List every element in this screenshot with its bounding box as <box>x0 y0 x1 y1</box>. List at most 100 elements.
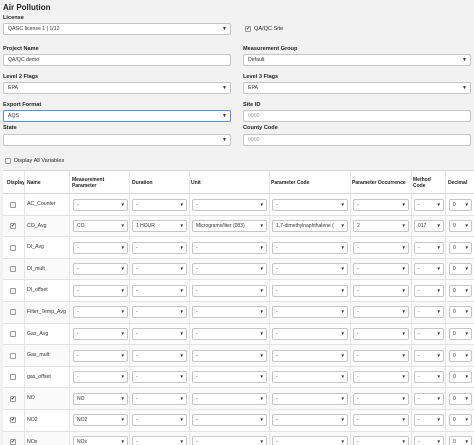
duration-select[interactable]: - ▼ <box>132 306 187 319</box>
measurement-parameter-select[interactable]: NO ▼ <box>73 392 128 405</box>
display-checkbox[interactable] <box>10 201 16 208</box>
decimal-select[interactable]: 0 ▼ <box>449 306 472 319</box>
measurement-parameter-select[interactable]: - ▼ <box>73 263 128 276</box>
duration-select[interactable]: - ▼ <box>132 241 187 254</box>
method-code-select[interactable]: - ▼ <box>414 306 444 319</box>
duration-select[interactable]: - ▼ <box>132 392 187 405</box>
measurement-parameter-select[interactable]: - ▼ <box>73 349 128 362</box>
measurement-parameter-select[interactable]: - ▼ <box>73 284 128 297</box>
method-code-select[interactable]: - ▼ <box>414 198 444 211</box>
method-code-select[interactable]: - ▼ <box>414 328 444 341</box>
level3-flags-select[interactable]: EPA ▼ <box>243 82 471 94</box>
unit-select[interactable]: - ▼ <box>192 263 267 276</box>
decimal-select[interactable]: 0 ▼ <box>449 263 472 276</box>
display-checkbox[interactable]: ✔ <box>10 439 16 445</box>
parameter-code-select[interactable]: - ▼ <box>272 414 348 427</box>
qaqc-site-checkbox[interactable]: ✔ <box>245 26 251 32</box>
unit-select[interactable]: - ▼ <box>192 198 267 211</box>
measurement-parameter-select[interactable]: - ▼ <box>73 198 128 211</box>
parameter-occurrence-select[interactable]: - ▼ <box>353 392 409 405</box>
display-checkbox[interactable] <box>10 266 16 273</box>
display-checkbox[interactable]: ✔ <box>10 417 16 424</box>
duration-select[interactable]: 1 HOUR ▼ <box>132 220 187 233</box>
duration-select[interactable]: - ▼ <box>132 263 187 276</box>
unit-select[interactable]: - ▼ <box>192 414 267 427</box>
parameter-occurrence-select[interactable]: - ▼ <box>353 349 409 362</box>
decimal-select[interactable]: 0 ▼ <box>449 371 472 384</box>
method-code-select[interactable]: - ▼ <box>414 263 444 276</box>
measurement-parameter-select[interactable]: NO2 ▼ <box>73 414 128 427</box>
method-code-select[interactable]: 017 ▼ <box>414 220 444 233</box>
parameter-code-select[interactable]: - ▼ <box>272 263 348 276</box>
parameter-code-select[interactable]: - ▼ <box>272 436 348 445</box>
duration-select[interactable]: - ▼ <box>132 371 187 384</box>
measurement-parameter-select[interactable]: NOx ▼ <box>73 436 128 445</box>
decimal-select[interactable]: 0 ▼ <box>449 328 472 341</box>
duration-select[interactable]: - ▼ <box>132 349 187 362</box>
display-checkbox[interactable] <box>10 374 16 381</box>
parameter-code-select[interactable]: - ▼ <box>272 198 348 211</box>
unit-select[interactable]: Micrograms/liter (083) ▼ <box>192 220 267 233</box>
project-name-input[interactable]: QA/QC demo <box>3 54 231 66</box>
unit-select[interactable]: - ▼ <box>192 436 267 445</box>
display-all-checkbox[interactable] <box>5 158 11 164</box>
unit-select[interactable]: - ▼ <box>192 349 267 362</box>
decimal-select[interactable]: 0 ▼ <box>449 284 472 297</box>
parameter-code-select[interactable]: - ▼ <box>272 371 348 384</box>
method-code-select[interactable]: - ▼ <box>414 349 444 362</box>
parameter-occurrence-select[interactable]: 2 ▼ <box>353 220 409 233</box>
measurement-parameter-select[interactable]: - ▼ <box>73 306 128 319</box>
method-code-select[interactable]: - ▼ <box>414 436 444 445</box>
parameter-occurrence-select[interactable]: - ▼ <box>353 306 409 319</box>
display-checkbox[interactable]: ✔ <box>10 223 16 230</box>
parameter-code-select[interactable]: - ▼ <box>272 241 348 254</box>
unit-select[interactable]: - ▼ <box>192 392 267 405</box>
duration-select[interactable]: - ▼ <box>132 198 187 211</box>
parameter-occurrence-select[interactable]: - ▼ <box>353 241 409 254</box>
parameter-occurrence-select[interactable]: - ▼ <box>353 371 409 384</box>
duration-select[interactable]: - ▼ <box>132 414 187 427</box>
display-checkbox[interactable] <box>10 287 16 294</box>
duration-select[interactable]: - ▼ <box>132 328 187 341</box>
decimal-select[interactable]: 0 ▼ <box>449 220 472 233</box>
duration-select[interactable]: - ▼ <box>132 436 187 445</box>
license-select[interactable]: QAGC license 1 | 1/12 ▼ <box>3 23 231 35</box>
method-code-select[interactable]: - ▼ <box>414 241 444 254</box>
decimal-select[interactable]: 0 ▼ <box>449 436 472 445</box>
decimal-select[interactable]: 0 ▼ <box>449 392 472 405</box>
decimal-select[interactable]: 0 ▼ <box>449 198 472 211</box>
export-format-select[interactable]: AQS ▼ <box>3 110 231 122</box>
parameter-occurrence-select[interactable]: - ▼ <box>353 436 409 445</box>
parameter-code-select[interactable]: - ▼ <box>272 349 348 362</box>
county-code-input[interactable]: 0000 <box>243 134 471 146</box>
unit-select[interactable]: - ▼ <box>192 241 267 254</box>
unit-select[interactable]: - ▼ <box>192 306 267 319</box>
parameter-occurrence-select[interactable]: - ▼ <box>353 284 409 297</box>
duration-select[interactable]: - ▼ <box>132 284 187 297</box>
measurement-parameter-select[interactable]: - ▼ <box>73 241 128 254</box>
display-checkbox[interactable] <box>10 309 16 316</box>
measurement-parameter-select[interactable]: - ▼ <box>73 371 128 384</box>
measurement-parameter-select[interactable]: CO ▼ <box>73 220 128 233</box>
display-checkbox[interactable] <box>10 352 16 359</box>
display-checkbox[interactable]: ✔ <box>10 395 16 402</box>
parameter-occurrence-select[interactable]: - ▼ <box>353 328 409 341</box>
parameter-code-select[interactable]: 1,7-dimethylnaphthalene (▼ <box>272 220 348 233</box>
state-select[interactable]: ▼ <box>3 134 231 146</box>
unit-select[interactable]: - ▼ <box>192 328 267 341</box>
unit-select[interactable]: - ▼ <box>192 371 267 384</box>
parameter-occurrence-select[interactable]: - ▼ <box>353 263 409 276</box>
level2-flags-select[interactable]: EPA ▼ <box>3 82 231 94</box>
decimal-select[interactable]: 0 ▼ <box>449 241 472 254</box>
measurement-parameter-select[interactable]: - ▼ <box>73 328 128 341</box>
display-checkbox[interactable] <box>10 331 16 338</box>
display-checkbox[interactable] <box>10 244 16 251</box>
parameter-occurrence-select[interactable]: - ▼ <box>353 414 409 427</box>
decimal-select[interactable]: 0 ▼ <box>449 349 472 362</box>
unit-select[interactable]: - ▼ <box>192 284 267 297</box>
parameter-code-select[interactable]: - ▼ <box>272 392 348 405</box>
method-code-select[interactable]: - ▼ <box>414 371 444 384</box>
parameter-code-select[interactable]: - ▼ <box>272 306 348 319</box>
method-code-select[interactable]: - ▼ <box>414 284 444 297</box>
decimal-select[interactable]: 0 ▼ <box>449 414 472 427</box>
